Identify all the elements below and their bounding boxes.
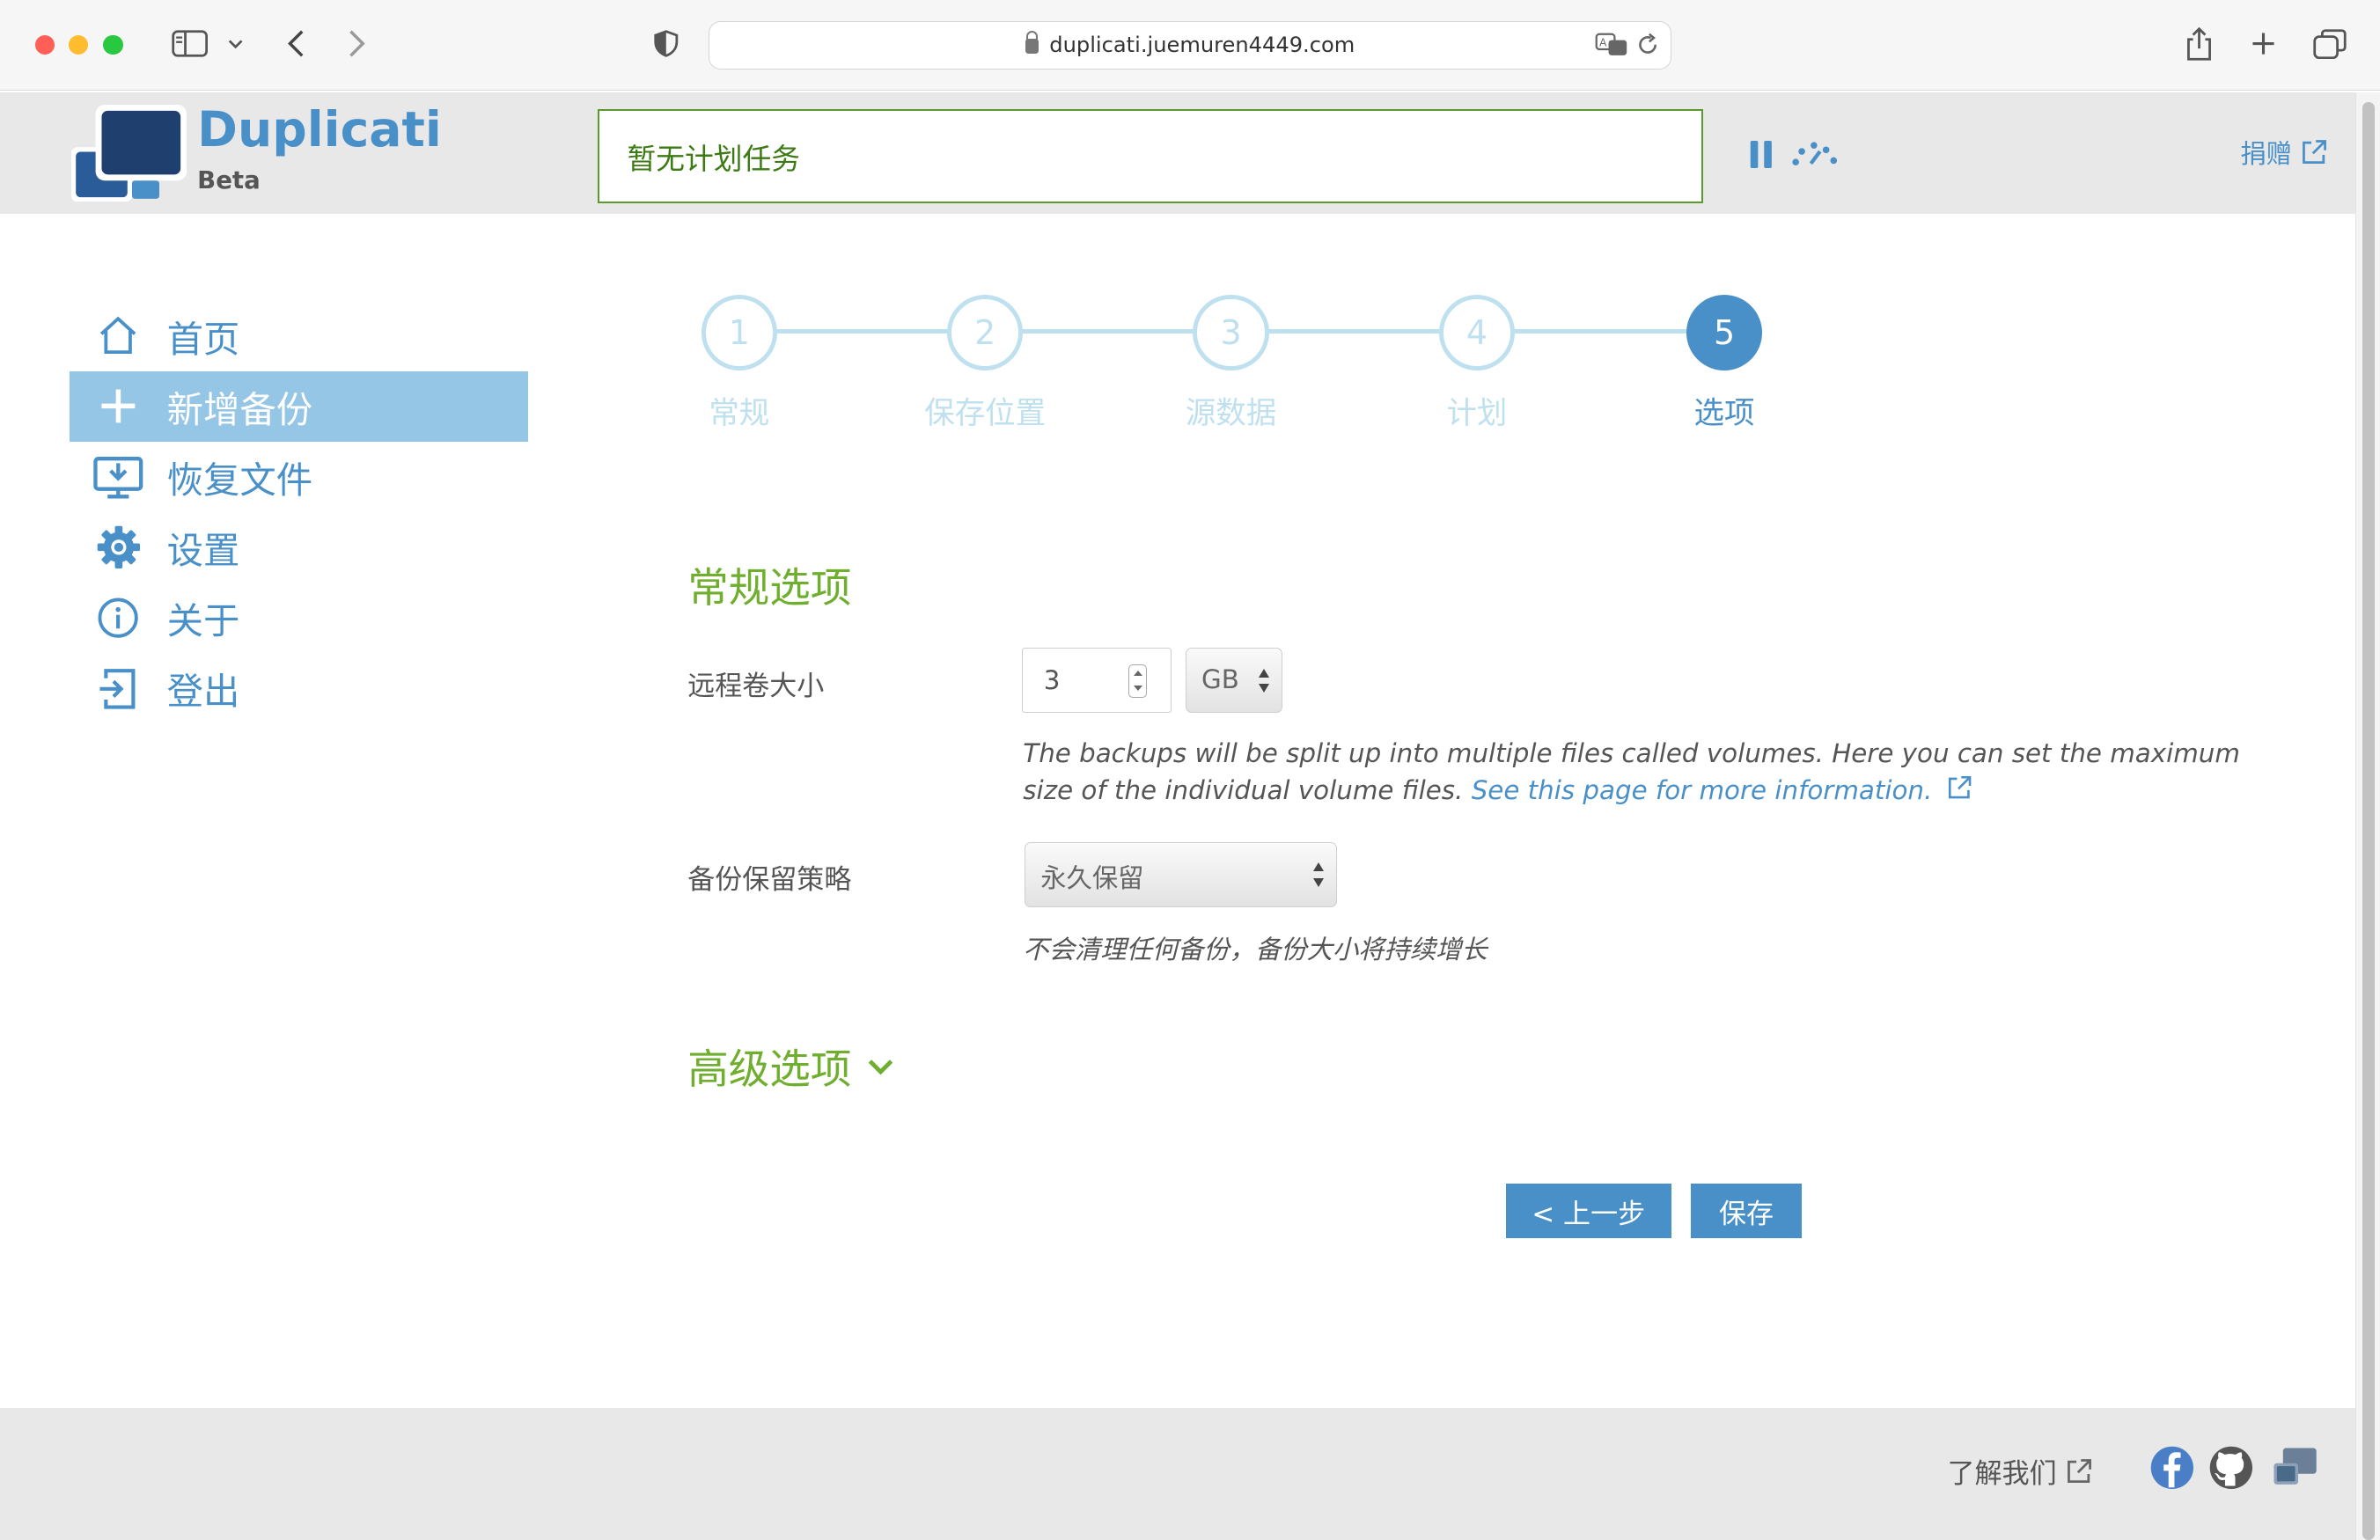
more-info-link[interactable]: See this page for more information. [1472,775,1972,805]
sidebar-item-label: 设置 [166,530,240,573]
page-scrollbar[interactable] [2355,92,2380,1540]
step-2-label[interactable]: 保存位置 [878,388,1091,432]
external-link-icon [1948,776,1971,799]
save-button[interactable]: 保存 [1691,1184,1802,1239]
volume-unit-select[interactable]: GB [1185,648,1283,714]
logout-icon [70,666,166,712]
retention-select[interactable]: 永久保留 [1025,842,1338,908]
donate-label: 捐赠 [2240,138,2292,169]
step-connector [1513,329,1686,334]
plus-icon [70,386,166,426]
share-icon[interactable] [2183,21,2216,67]
brand-name: Duplicati [197,101,442,158]
forum-icon[interactable] [2271,1445,2319,1497]
back-icon[interactable] [283,21,310,67]
sidebar-item-label: 新增备份 [166,388,313,431]
external-link-icon [2068,1458,2091,1483]
throttle-icon[interactable] [1791,141,1840,168]
volume-size-hint: The backups will be split up into multip… [1023,736,2282,809]
reload-icon[interactable] [1637,33,1658,63]
volume-size-value: 3 [1043,665,1061,696]
donate-link[interactable]: 捐赠 [2240,134,2328,171]
sidebar-item-settings[interactable]: 设置 [70,512,528,583]
select-arrows-icon [1259,668,1271,693]
url-text: duplicati.juemuren4449.com [1049,33,1355,58]
step-5-circle[interactable]: 5 [1686,294,1763,370]
step-1-label[interactable]: 常规 [633,388,845,432]
sidebar-item-home[interactable]: 首页 [70,300,528,370]
advanced-options-toggle[interactable]: 高级选项 [687,1037,893,1096]
app-header: Duplicati Beta 暂无计划任务 捐赠 [0,92,2356,215]
sidebar-toggle-icon[interactable] [170,21,209,67]
chevron-down-icon[interactable] [224,21,246,67]
step-4-label[interactable]: 计划 [1370,388,1583,432]
sidebar-item-logout[interactable]: 登出 [70,653,528,723]
retention-hint: 不会清理任何备份，备份大小将持续增长 [1023,934,1488,964]
tabs-overview-icon[interactable] [2311,21,2347,67]
footer: 了解我们 [0,1408,2356,1540]
duplicati-logo-icon[interactable] [71,104,193,202]
step-connector [1021,329,1195,334]
retention-label: 备份保留策略 [687,864,852,897]
shield-icon[interactable] [653,21,680,67]
volume-size-label: 远程卷大小 [687,670,825,702]
sidebar-item-add-backup[interactable]: 新增备份 [70,370,529,442]
step-connector [775,329,949,334]
sidebar-item-label: 恢复文件 [166,458,313,502]
step-5-label[interactable]: 选项 [1618,388,1830,432]
step-4-circle[interactable]: 4 [1438,294,1516,370]
address-bar[interactable]: duplicati.juemuren4449.com A [709,21,1671,70]
retention-value: 永久保留 [1040,863,1144,894]
new-tab-icon[interactable] [2248,21,2278,67]
volume-size-stepper[interactable] [1128,664,1147,698]
step-connector [1267,329,1441,334]
svg-text:A: A [1599,37,1607,49]
zoom-window-button[interactable] [103,34,123,55]
sidebar-item-about[interactable]: 关于 [70,583,528,653]
sidebar-item-label: 关于 [166,600,240,643]
more-info-link-text: See this page for more information. [1471,774,1933,805]
chevron-down-icon [868,1060,892,1075]
step-3-circle[interactable]: 3 [1193,294,1269,370]
scrollbar-thumb[interactable] [2362,101,2376,1540]
learn-more-link[interactable]: 了解我们 [1948,1451,2094,1491]
general-options-title: 常规选项 [687,564,852,612]
volume-size-input[interactable]: 3 [1021,648,1172,714]
step-2-circle[interactable]: 2 [947,294,1024,370]
step-3-label[interactable]: 源数据 [1125,388,1337,432]
forward-icon[interactable] [343,21,371,67]
minimize-window-button[interactable] [68,34,88,55]
sidebar-item-label: 登出 [166,671,240,714]
browser-toolbar: duplicati.juemuren4449.com A [0,0,2380,92]
pause-icon[interactable] [1749,141,1774,169]
sidebar-nav: 首页 新增备份 恢复文件 设置 关于 登出 [70,300,529,723]
home-icon [70,314,166,356]
restore-icon [70,454,166,500]
advanced-options-title: 高级选项 [687,1045,852,1093]
info-icon [70,597,166,639]
status-box: 暂无计划任务 [598,109,1703,204]
previous-button[interactable]: < 上一步 [1505,1184,1671,1239]
facebook-icon[interactable] [2149,1445,2195,1497]
learn-more-label: 了解我们 [1947,1457,2057,1490]
status-text: 暂无计划任务 [627,143,800,177]
step-1-circle[interactable]: 1 [701,294,777,370]
gear-icon [70,524,166,570]
sidebar-item-label: 首页 [166,318,240,361]
beta-label: Beta [197,165,261,194]
github-icon[interactable] [2208,1445,2254,1497]
sidebar-item-restore[interactable]: 恢复文件 [70,442,528,512]
external-link-icon [2303,140,2327,165]
close-window-button[interactable] [34,34,55,55]
volume-unit-value: GB [1201,664,1239,694]
lock-icon [1025,31,1039,54]
select-arrows-icon [1313,862,1326,888]
translate-icon[interactable]: A [1595,33,1628,63]
